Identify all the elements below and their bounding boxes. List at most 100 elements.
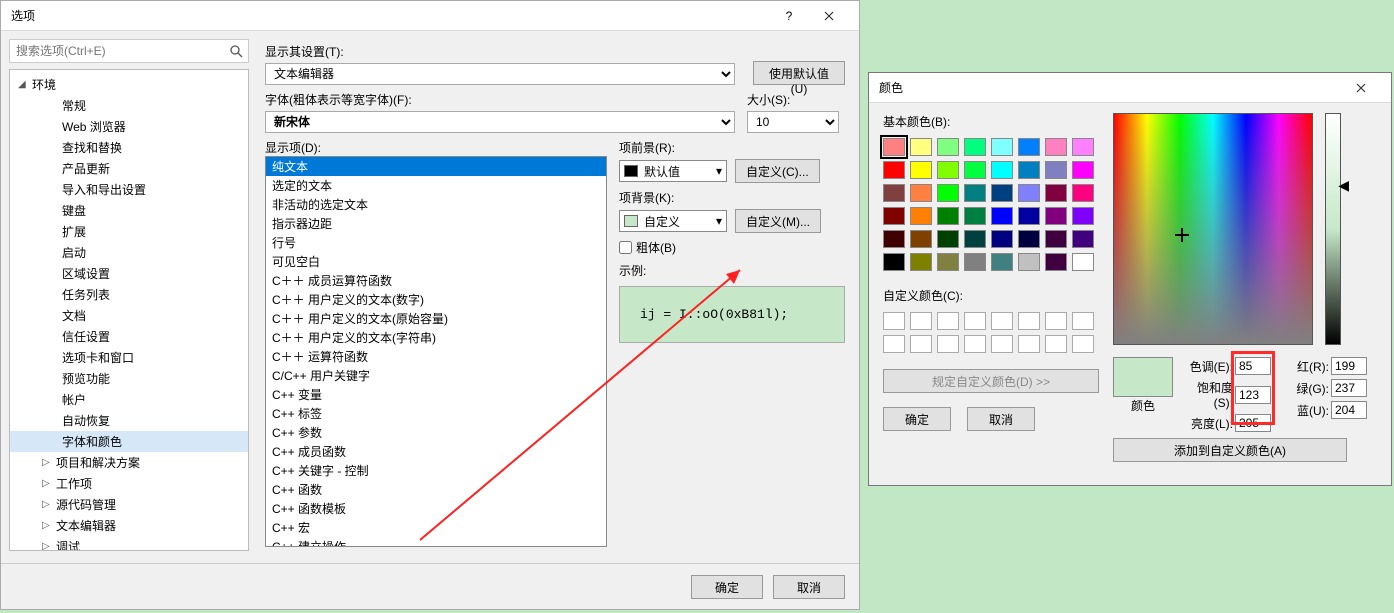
add-to-custom-button[interactable]: 添加到自定义颜色(A) bbox=[1113, 438, 1347, 462]
basic-color-cell[interactable] bbox=[1018, 207, 1040, 225]
list-item[interactable]: 行号 bbox=[266, 233, 606, 252]
list-item[interactable]: C＋＋ 用户定义的文本(数字) bbox=[266, 290, 606, 309]
basic-color-cell[interactable] bbox=[964, 230, 986, 248]
show-settings-dropdown[interactable]: 文本编辑器 bbox=[265, 63, 735, 85]
basic-color-cell[interactable] bbox=[1045, 207, 1067, 225]
tree-item-env[interactable]: ◢环境 bbox=[10, 74, 248, 95]
basic-color-cell[interactable] bbox=[937, 161, 959, 179]
tree-item[interactable]: 常规 bbox=[10, 95, 248, 116]
basic-color-cell[interactable] bbox=[883, 230, 905, 248]
help-button[interactable]: ? bbox=[769, 2, 809, 30]
basic-color-cell[interactable] bbox=[1018, 253, 1040, 271]
list-item[interactable]: 选定的文本 bbox=[266, 176, 606, 195]
close-button[interactable] bbox=[809, 2, 849, 30]
green-input[interactable] bbox=[1331, 379, 1367, 397]
list-item[interactable]: C＋＋ 成员运算符函数 bbox=[266, 271, 606, 290]
list-item[interactable]: C++ 宏 bbox=[266, 518, 606, 537]
basic-color-cell[interactable] bbox=[964, 253, 986, 271]
basic-color-cell[interactable] bbox=[964, 184, 986, 202]
custom-fg-button[interactable]: 自定义(C)... bbox=[735, 159, 820, 183]
basic-color-cell[interactable] bbox=[937, 230, 959, 248]
list-item[interactable]: C++ 参数 bbox=[266, 423, 606, 442]
basic-color-cell[interactable] bbox=[991, 207, 1013, 225]
custom-color-cell[interactable] bbox=[1072, 335, 1094, 353]
list-item[interactable]: C++ 函数模板 bbox=[266, 499, 606, 518]
custom-color-cell[interactable] bbox=[991, 335, 1013, 353]
tree-group[interactable]: ▷文本编辑器 bbox=[10, 515, 248, 536]
basic-color-cell[interactable] bbox=[883, 138, 905, 156]
tree-item[interactable]: 产品更新 bbox=[10, 158, 248, 179]
basic-color-cell[interactable] bbox=[991, 230, 1013, 248]
basic-color-cell[interactable] bbox=[937, 138, 959, 156]
bold-checkbox[interactable]: 粗体(B) bbox=[619, 239, 845, 256]
basic-color-cell[interactable] bbox=[937, 184, 959, 202]
basic-color-cell[interactable] bbox=[991, 138, 1013, 156]
color-gradient[interactable] bbox=[1113, 113, 1313, 345]
list-item[interactable]: 可见空白 bbox=[266, 252, 606, 271]
tree-item[interactable]: 启动 bbox=[10, 242, 248, 263]
tree-group[interactable]: ▷调试 bbox=[10, 536, 248, 551]
define-custom-button[interactable]: 规定自定义颜色(D) >> bbox=[883, 369, 1099, 393]
tree-item[interactable]: 文档 bbox=[10, 305, 248, 326]
basic-color-cell[interactable] bbox=[1045, 253, 1067, 271]
category-tree[interactable]: ◢环境常规Web 浏览器查找和替换产品更新导入和导出设置键盘扩展启动区域设置任务… bbox=[9, 69, 249, 551]
basic-color-cell[interactable] bbox=[883, 161, 905, 179]
basic-color-cell[interactable] bbox=[910, 184, 932, 202]
item-bg-dropdown[interactable]: 自定义 ▾ bbox=[619, 210, 727, 232]
tree-item[interactable]: 键盘 bbox=[10, 200, 248, 221]
item-fg-dropdown[interactable]: 默认值 ▾ bbox=[619, 160, 727, 182]
basic-color-cell[interactable] bbox=[883, 253, 905, 271]
search-input[interactable] bbox=[10, 40, 224, 62]
basic-color-cell[interactable] bbox=[991, 184, 1013, 202]
list-item[interactable]: C++ 建立操作 bbox=[266, 537, 606, 547]
list-item[interactable]: 纯文本 bbox=[266, 157, 606, 176]
basic-color-cell[interactable] bbox=[964, 138, 986, 156]
custom-color-cell[interactable] bbox=[964, 335, 986, 353]
luminance-strip[interactable] bbox=[1325, 113, 1341, 345]
list-item[interactable]: C＋＋ 用户定义的文本(字符串) bbox=[266, 328, 606, 347]
tree-item[interactable]: 任务列表 bbox=[10, 284, 248, 305]
color-cancel-button[interactable]: 取消 bbox=[967, 407, 1035, 431]
color-ok-button[interactable]: 确定 bbox=[883, 407, 951, 431]
basic-color-cell[interactable] bbox=[910, 161, 932, 179]
basic-color-cell[interactable] bbox=[964, 161, 986, 179]
basic-color-cell[interactable] bbox=[991, 253, 1013, 271]
custom-color-cell[interactable] bbox=[937, 312, 959, 330]
basic-color-cell[interactable] bbox=[910, 138, 932, 156]
basic-color-cell[interactable] bbox=[883, 184, 905, 202]
tree-group[interactable]: ▷工作项 bbox=[10, 473, 248, 494]
red-input[interactable] bbox=[1331, 357, 1367, 375]
basic-color-cell[interactable] bbox=[937, 253, 959, 271]
size-dropdown[interactable]: 10 bbox=[747, 111, 839, 133]
custom-bg-button[interactable]: 自定义(M)... bbox=[735, 209, 821, 233]
basic-color-cell[interactable] bbox=[910, 230, 932, 248]
basic-color-cell[interactable] bbox=[883, 207, 905, 225]
tree-item[interactable]: 查找和替换 bbox=[10, 137, 248, 158]
search-button[interactable] bbox=[224, 40, 248, 62]
basic-color-cell[interactable] bbox=[991, 161, 1013, 179]
custom-color-cell[interactable] bbox=[1018, 312, 1040, 330]
tree-item[interactable]: 导入和导出设置 bbox=[10, 179, 248, 200]
basic-color-cell[interactable] bbox=[1072, 253, 1094, 271]
basic-color-cell[interactable] bbox=[1072, 138, 1094, 156]
font-dropdown[interactable]: 新宋体 bbox=[265, 111, 735, 133]
basic-color-cell[interactable] bbox=[1018, 184, 1040, 202]
custom-color-cell[interactable] bbox=[883, 335, 905, 353]
list-item[interactable]: C++ 标签 bbox=[266, 404, 606, 423]
custom-color-cell[interactable] bbox=[991, 312, 1013, 330]
list-item[interactable]: C++ 变量 bbox=[266, 385, 606, 404]
custom-color-cell[interactable] bbox=[910, 335, 932, 353]
basic-color-cell[interactable] bbox=[1018, 161, 1040, 179]
custom-color-cell[interactable] bbox=[937, 335, 959, 353]
display-items-listbox[interactable]: 纯文本选定的文本非活动的选定文本指示器边距行号可见空白C＋＋ 成员运算符函数C＋… bbox=[265, 156, 607, 547]
options-ok-button[interactable]: 确定 bbox=[691, 575, 763, 599]
basic-color-cell[interactable] bbox=[910, 253, 932, 271]
basic-color-cell[interactable] bbox=[1045, 230, 1067, 248]
custom-color-cell[interactable] bbox=[964, 312, 986, 330]
custom-color-cell[interactable] bbox=[1072, 312, 1094, 330]
tree-group[interactable]: ▷源代码管理 bbox=[10, 494, 248, 515]
tree-item[interactable]: 自动恢复 bbox=[10, 410, 248, 431]
bold-checkbox-input[interactable] bbox=[619, 241, 632, 254]
custom-color-cell[interactable] bbox=[1045, 312, 1067, 330]
basic-colors-grid[interactable] bbox=[883, 138, 1099, 271]
